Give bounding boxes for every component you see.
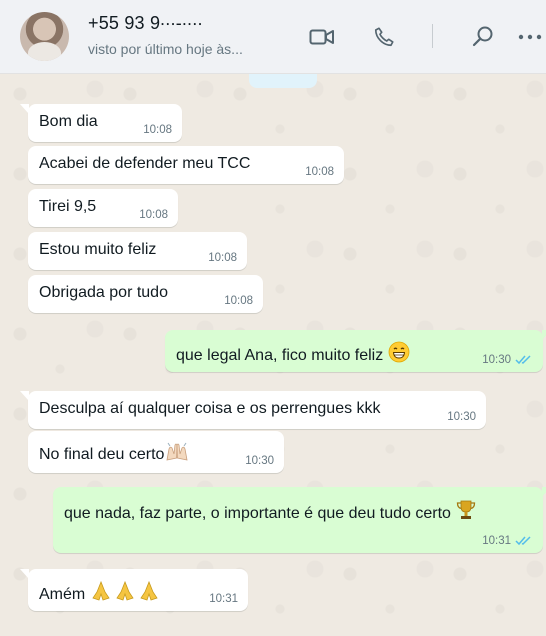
read-receipt-icon bbox=[515, 536, 531, 546]
message-time: 10:08 bbox=[139, 209, 168, 221]
message-outgoing[interactable]: que nada, faz parte, o importante é que … bbox=[53, 487, 546, 553]
message-list[interactable]: Bom dia 10:08 Acabei de defender meu TCC… bbox=[0, 74, 546, 636]
message-outgoing[interactable]: que legal Ana, fico muito feliz 10:30 bbox=[165, 330, 546, 372]
raising-hands-icon bbox=[164, 442, 190, 467]
message-incoming[interactable]: Estou muito feliz 10:08 bbox=[28, 232, 247, 270]
message-time: 10:08 bbox=[208, 252, 237, 264]
message-incoming[interactable]: Desculpa aí qualquer coisa e os perrengu… bbox=[20, 391, 486, 429]
message-time: 10:08 bbox=[305, 166, 334, 178]
message-time: 10:31 bbox=[482, 535, 511, 547]
message-time: 10:30 bbox=[482, 354, 511, 366]
message-time: 10:30 bbox=[447, 411, 476, 423]
message-time: 10:30 bbox=[245, 455, 274, 467]
voice-call-icon[interactable] bbox=[369, 22, 399, 52]
message-text-wrap: No final deu certo bbox=[39, 442, 190, 467]
message-text: que legal Ana, fico muito feliz bbox=[176, 347, 384, 364]
message-time: 10:08 bbox=[143, 124, 172, 136]
message-text-wrap: Amém bbox=[39, 580, 162, 607]
message-text: Acabei de defender meu TCC bbox=[39, 155, 251, 172]
message-text-wrap: que nada, faz parte, o importante é que … bbox=[64, 499, 477, 526]
trophy-icon bbox=[455, 499, 477, 526]
search-icon[interactable] bbox=[468, 22, 498, 52]
message-text: que nada, faz parte, o importante é que … bbox=[64, 505, 451, 522]
contact-avatar[interactable] bbox=[20, 12, 69, 61]
message-text: Obrigada por tudo bbox=[39, 284, 168, 301]
message-text-wrap: que legal Ana, fico muito feliz bbox=[176, 341, 410, 368]
message-incoming[interactable]: Acabei de defender meu TCC 10:08 bbox=[28, 146, 344, 184]
menu-icon[interactable] bbox=[515, 22, 545, 52]
message-text: Desculpa aí qualquer coisa e os perrengu… bbox=[39, 400, 381, 417]
message-incoming[interactable]: No final deu certo 10:30 bbox=[28, 431, 284, 473]
praying-hands-icon bbox=[90, 580, 162, 607]
contact-name[interactable]: +55 93 9​​∙∙∙-∙∙∙∙ bbox=[88, 13, 203, 34]
grinning-face-icon bbox=[388, 341, 410, 368]
message-time: 10:31 bbox=[209, 593, 238, 605]
message-text: Bom dia bbox=[39, 113, 98, 130]
message-incoming[interactable]: Bom dia 10:08 bbox=[20, 104, 182, 142]
video-call-icon[interactable] bbox=[307, 22, 337, 52]
read-receipt-icon bbox=[515, 355, 531, 365]
message-text: Amém bbox=[39, 586, 86, 603]
chat-header: +55 93 9​​∙∙∙-∙∙∙∙ visto por último hoje… bbox=[0, 0, 546, 74]
message-text: Estou muito feliz bbox=[39, 241, 157, 258]
message-incoming[interactable]: Obrigada por tudo 10:08 bbox=[28, 275, 263, 313]
message-incoming[interactable]: Amém 10:31 bbox=[20, 569, 248, 611]
date-separator bbox=[249, 74, 317, 88]
header-divider bbox=[432, 24, 433, 48]
message-incoming[interactable]: Tirei 9,5 10:08 bbox=[28, 189, 178, 227]
message-text: No final deu certo bbox=[39, 446, 165, 463]
last-seen-status: visto por último hoje às... bbox=[88, 41, 243, 57]
message-text: Tirei 9,5 bbox=[39, 198, 97, 215]
message-time: 10:08 bbox=[224, 295, 253, 307]
